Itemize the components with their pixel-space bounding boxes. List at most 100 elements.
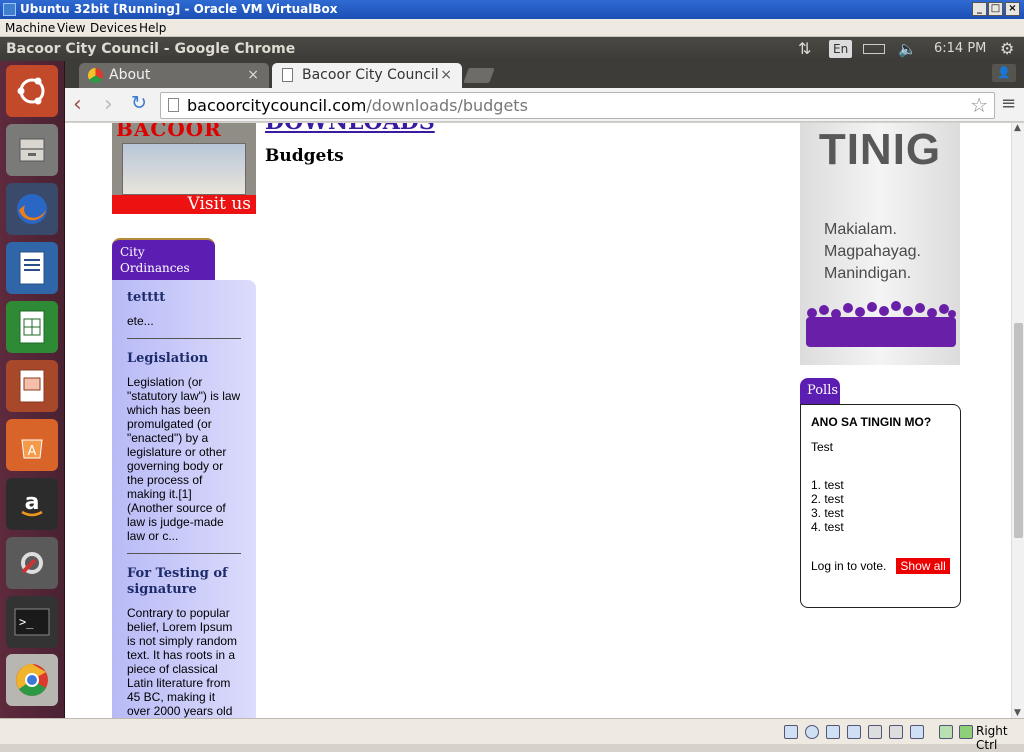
ordinance-title[interactable]: For Testing of signature xyxy=(127,566,241,598)
network-arrows-icon[interactable]: ⇅ xyxy=(798,37,811,61)
close-button[interactable]: × xyxy=(1005,2,1020,16)
scroll-up-arrow-icon[interactable]: ▲ xyxy=(1014,123,1021,133)
page-scrollbar[interactable]: ▲ ▼ xyxy=(1011,123,1024,718)
tab-bacoor-label: Bacoor City Council xyxy=(302,67,439,83)
poll-choices: 1. test 2. test 3. test 4. test xyxy=(811,478,950,534)
virtualbox-icon xyxy=(3,3,16,16)
keyboard-layout-indicator[interactable]: En xyxy=(829,40,853,58)
tinig-banner[interactable]: TINIG Makialam. Magpahayag. Manindigan. xyxy=(800,123,960,365)
scrollbar-thumb[interactable] xyxy=(1014,323,1023,538)
forward-button-icon[interactable]: › xyxy=(104,92,113,117)
maximize-button[interactable]: □ xyxy=(988,2,1003,16)
firefox-icon[interactable] xyxy=(6,183,58,235)
ubuntu-top-panel: Bacoor City Council - Google Chrome ⇅ En… xyxy=(0,37,1024,61)
menu-devices[interactable]: Devices xyxy=(90,19,137,37)
page-favicon-icon xyxy=(282,68,293,82)
city-ordinances-tab[interactable]: City Ordinances xyxy=(112,238,215,280)
libreoffice-writer-icon[interactable] xyxy=(6,242,58,294)
chrome-favicon-icon xyxy=(88,68,103,83)
libreoffice-calc-icon[interactable] xyxy=(6,301,58,353)
ordinance-title[interactable]: tetttt xyxy=(127,290,241,306)
poll-choice: 2. test xyxy=(811,492,844,506)
profile-icon[interactable]: 👤 xyxy=(992,64,1016,82)
login-to-vote-text: Log in to vote. xyxy=(811,559,887,573)
scroll-down-arrow-icon[interactable]: ▼ xyxy=(1014,708,1021,718)
mouse-integration-icon[interactable] xyxy=(939,725,953,739)
amazon-icon[interactable]: a xyxy=(6,478,58,530)
usb-icon[interactable] xyxy=(889,725,903,739)
poll-choice: 1. test xyxy=(811,478,844,492)
active-window-title: Bacoor City Council - Google Chrome xyxy=(6,41,296,57)
capture-icon[interactable] xyxy=(910,725,924,739)
tinig-slogan-line: Manindigan. xyxy=(824,265,912,282)
audio-icon[interactable] xyxy=(826,725,840,739)
network-icon[interactable] xyxy=(847,725,861,739)
ordinance-title[interactable]: Legislation xyxy=(127,351,241,367)
battery-icon[interactable] xyxy=(863,44,885,54)
tab-about[interactable]: About × xyxy=(79,63,269,88)
menu-help[interactable]: Help xyxy=(139,19,166,37)
tab-about-label: About xyxy=(109,67,151,83)
tinig-slogan-line: Makialam. xyxy=(824,221,897,238)
poll-question: ANO SA TINGIN MO? xyxy=(811,415,932,429)
ubuntu-dash-icon[interactable] xyxy=(6,65,58,117)
menu-machine[interactable]: Machine xyxy=(5,19,55,37)
poll-vote-row: Log in to vote. Show all xyxy=(811,558,950,574)
tab-bacoor-city-council[interactable]: Bacoor City Council × xyxy=(272,63,462,88)
tab-close-icon[interactable]: × xyxy=(440,63,452,88)
tinig-slogan-line: Magpahayag. xyxy=(824,243,921,260)
hard-disk-icon[interactable] xyxy=(784,725,798,739)
divider xyxy=(127,338,241,339)
page-title: Budgets xyxy=(265,146,344,166)
page-viewport: BACOOR Visit us DOWNLOADS Budgets City O… xyxy=(65,123,1011,718)
ordinance-excerpt: Legislation (or "statutory law") is law … xyxy=(127,375,241,543)
terminal-icon[interactable]: >_ xyxy=(6,596,58,648)
reload-button-icon[interactable]: ↻ xyxy=(131,92,147,114)
software-center-icon[interactable]: A xyxy=(6,419,58,471)
poll-description: Test xyxy=(811,440,834,454)
divider xyxy=(127,553,241,554)
tab-close-icon[interactable]: × xyxy=(247,63,259,88)
new-tab-button[interactable] xyxy=(463,68,495,83)
city-ordinances-panel: tetttt ete... Legislation Legislation (o… xyxy=(112,280,256,718)
optical-drive-icon[interactable] xyxy=(805,725,819,739)
menu-view[interactable]: View xyxy=(57,19,85,37)
city-hall-image xyxy=(122,143,246,195)
clock[interactable]: 6:14 PM xyxy=(934,37,986,61)
polls-panel: ANO SA TINGIN MO? Test 1. test 2. test 3… xyxy=(800,404,961,608)
ordinance-excerpt: Contrary to popular belief, Lorem Ipsum … xyxy=(127,606,238,718)
back-button-icon[interactable]: ‹ xyxy=(73,92,82,117)
downloads-heading[interactable]: DOWNLOADS xyxy=(265,123,435,135)
poll-choice: 3. test xyxy=(811,506,844,520)
system-settings-icon[interactable] xyxy=(6,537,58,589)
vbox-titlebar: Ubuntu 32bit [Running] - Oracle VM Virtu… xyxy=(0,0,1024,19)
chrome-menu-icon[interactable]: ≡ xyxy=(1001,93,1016,114)
chrome-icon[interactable] xyxy=(6,654,58,706)
bacoor-logo-text: BACOOR xyxy=(116,123,222,141)
shared-folders-icon[interactable] xyxy=(868,725,882,739)
libreoffice-impress-icon[interactable] xyxy=(6,360,58,412)
svg-text:A: A xyxy=(28,444,37,459)
page-info-icon[interactable] xyxy=(168,98,179,112)
svg-text:a: a xyxy=(25,490,40,515)
vbox-statusbar: Right Ctrl xyxy=(0,718,1024,752)
unity-launcher: A a >_ xyxy=(0,61,65,718)
visit-us-label: Visit us xyxy=(112,195,256,214)
bookmark-star-icon[interactable]: ☆ xyxy=(970,93,988,118)
address-bar[interactable]: bacoorcitycouncil.com/downloads/budgets … xyxy=(160,92,995,119)
show-all-button[interactable]: Show all xyxy=(896,558,950,574)
keyboard-capture-icon[interactable] xyxy=(959,725,973,739)
svg-text:>_: >_ xyxy=(19,615,34,629)
bacoor-visit-banner[interactable]: BACOOR Visit us xyxy=(112,123,256,214)
vbox-window-title: Ubuntu 32bit [Running] - Oracle VM Virtu… xyxy=(20,2,338,16)
files-icon[interactable] xyxy=(6,124,58,176)
polls-tab[interactable]: Polls xyxy=(800,378,840,404)
poll-choice: 4. test xyxy=(811,520,844,534)
crowd-silhouette-icon xyxy=(806,301,956,347)
volume-icon[interactable]: 🔈 xyxy=(898,37,917,61)
minimize-button[interactable]: _ xyxy=(972,2,987,16)
url-path: /downloads/budgets xyxy=(366,96,528,115)
session-gear-icon[interactable]: ⚙ xyxy=(1000,37,1014,61)
tinig-title: TINIG xyxy=(818,125,942,174)
url-domain: bacoorcitycouncil.com xyxy=(187,96,367,115)
